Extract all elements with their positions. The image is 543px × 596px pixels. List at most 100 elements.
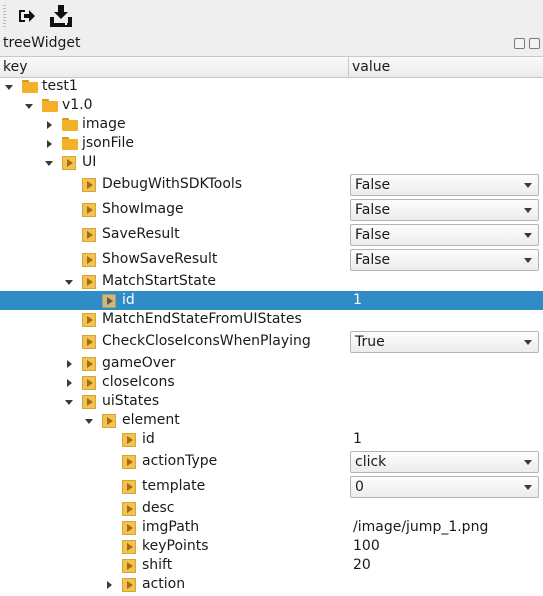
combobox-value: False [355,177,391,193]
folder-icon [22,80,38,93]
tree-row[interactable]: desc [0,499,543,518]
tree-row[interactable]: SaveResult False [0,222,543,247]
chevron-down-icon [524,340,532,345]
row-key-label: UI [82,154,97,170]
combobox-value: click [355,454,387,470]
value-combobox[interactable]: False [350,174,539,196]
tree-row[interactable]: shift 20 [0,556,543,575]
tree-row[interactable]: ShowSaveResult False [0,247,543,272]
tree-row[interactable]: UI [0,153,543,172]
row-value[interactable]: 1 [353,431,362,447]
tree-widget[interactable]: key value test1 v1.0 image jsonFile UI DebugW… [0,56,543,596]
collapse-arrow-icon[interactable] [84,416,94,426]
field-icon [122,433,136,447]
toolbar [0,0,543,32]
tree-row[interactable]: MatchStartState [0,272,543,291]
row-key-label: id [122,292,135,308]
collapse-arrow-icon[interactable] [64,397,74,407]
row-key-label: element [122,412,180,428]
exit-button[interactable] [15,4,39,28]
tree-row[interactable]: id 1 [0,291,543,310]
collapse-arrow-icon[interactable] [4,82,14,92]
download-button[interactable] [49,4,73,28]
column-value-header[interactable]: value [349,57,543,77]
tree-row[interactable]: element [0,411,543,430]
value-combobox[interactable]: False [350,249,539,271]
chevron-down-icon [524,485,532,490]
download-icon [50,5,72,27]
row-key-label: uiStates [102,393,160,409]
tree-row[interactable]: v1.0 [0,96,543,115]
row-key-label: closeIcons [102,374,175,390]
tree-row[interactable]: template 0 [0,474,543,499]
column-key-header[interactable]: key [0,57,348,77]
tree-header: key value [0,57,543,78]
collapse-arrow-icon[interactable] [44,158,54,168]
expand-arrow-icon[interactable] [104,580,114,590]
value-combobox[interactable]: False [350,224,539,246]
expand-arrow-icon[interactable] [44,139,54,149]
tree-row[interactable]: ShowImage False [0,197,543,222]
tree-row[interactable]: test1 [0,77,543,96]
tree-row[interactable]: id 1 [0,430,543,449]
close-icon[interactable] [529,38,540,49]
tree-row[interactable]: jsonFile [0,134,543,153]
toolbar-grip[interactable] [3,5,6,27]
field-icon [102,294,116,308]
row-key-label: test1 [42,78,78,94]
value-combobox[interactable]: 0 [350,476,539,498]
chevron-down-icon [524,233,532,238]
field-icon [122,559,136,573]
value-combobox[interactable]: True [350,331,539,353]
field-icon [82,313,96,327]
tree-row[interactable]: image [0,115,543,134]
combobox-value: False [355,252,391,268]
combobox-value: 0 [355,479,364,495]
field-icon [122,480,136,494]
field-icon [62,156,76,170]
tree-row[interactable]: gameOver [0,354,543,373]
row-key-label: MatchStartState [102,273,216,289]
tree-row[interactable]: action [0,575,543,594]
value-combobox[interactable]: click [350,451,539,473]
row-key-label: jsonFile [82,135,135,151]
tree-row[interactable]: imgPath/image/jump_1.png [0,518,543,537]
tree-row[interactable]: actionType click [0,449,543,474]
field-icon [122,502,136,516]
expand-arrow-icon[interactable] [64,378,74,388]
dock-title-bar: treeWidget [0,34,543,54]
expand-arrow-icon[interactable] [44,120,54,130]
row-key-label: template [142,478,206,494]
chevron-down-icon [524,208,532,213]
row-key-label: shift [142,557,173,573]
field-icon [82,357,96,371]
collapse-arrow-icon[interactable] [64,277,74,287]
field-icon [82,335,96,349]
row-value[interactable]: 100 [353,538,380,554]
tree-row[interactable]: closeIcons [0,373,543,392]
tree-row[interactable]: DebugWithSDKTools False [0,172,543,197]
tree-row[interactable]: uiStates [0,392,543,411]
row-key-label: v1.0 [62,97,93,113]
row-value[interactable]: /image/jump_1.png [353,519,488,535]
expand-arrow-icon[interactable] [64,359,74,369]
tree-row[interactable]: keyPoints 100 [0,537,543,556]
field-icon [82,376,96,390]
row-key-label: image [82,116,126,132]
row-key-label: gameOver [102,355,176,371]
row-key-label: MatchEndStateFromUIStates [102,311,302,327]
folder-icon [42,99,58,112]
float-icon[interactable] [514,38,525,49]
field-icon [82,228,96,242]
row-key-label: id [142,431,155,447]
field-icon [122,578,136,592]
collapse-arrow-icon[interactable] [24,101,34,111]
tree-row[interactable]: MatchEndStateFromUIStates [0,310,543,329]
tree-row[interactable]: CheckCloseIconsWhenPlaying True [0,329,543,354]
row-key-label: ShowSaveResult [102,251,218,267]
exit-icon [19,10,35,22]
value-combobox[interactable]: False [350,199,539,221]
dock-title: treeWidget [3,35,81,51]
row-value[interactable]: 1 [353,292,362,308]
row-value[interactable]: 20 [353,557,371,573]
